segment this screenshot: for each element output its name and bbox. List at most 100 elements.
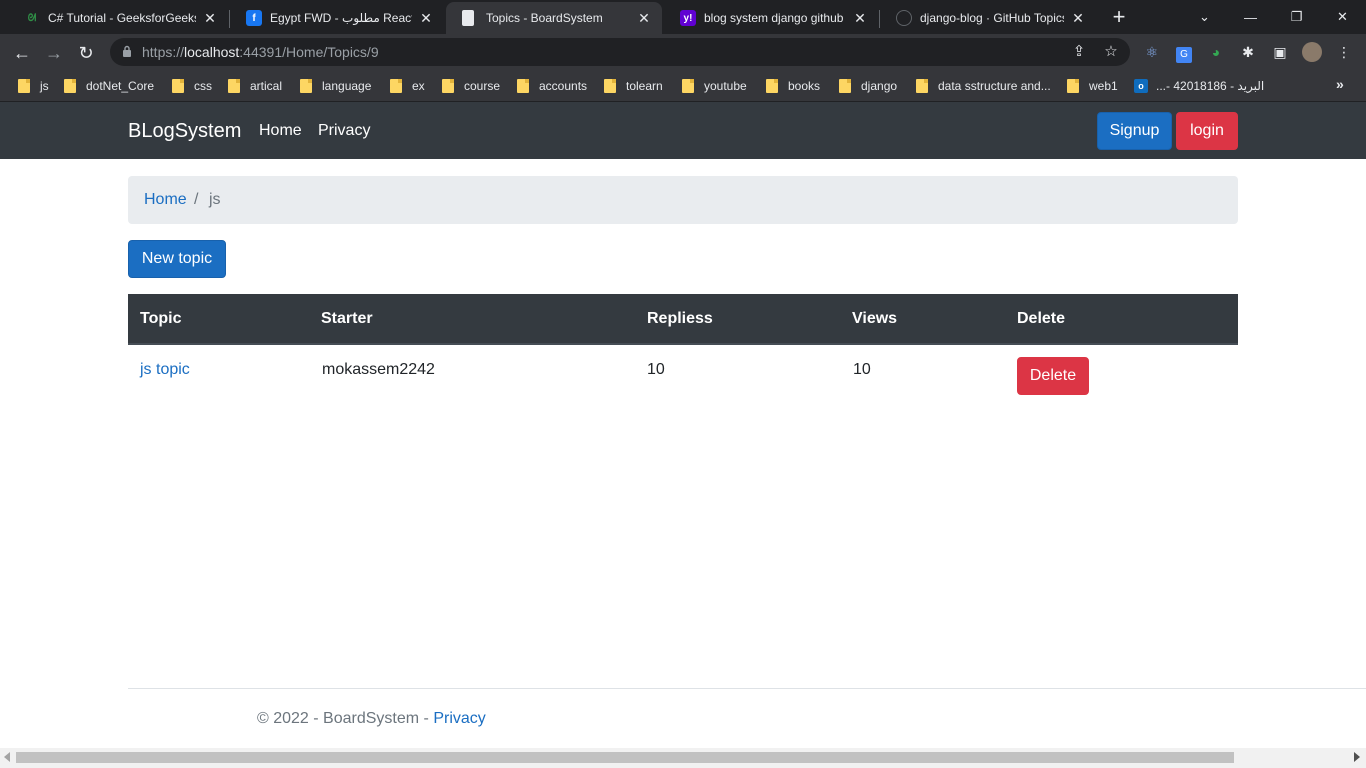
site-navbar: BLogSystem Home Privacy Signup login: [0, 102, 1366, 159]
folder-icon: [172, 79, 184, 93]
folder-icon: [390, 79, 402, 93]
share-icon[interactable]: ⇪: [1070, 43, 1088, 61]
restore-icon[interactable]: ❐: [1274, 0, 1319, 34]
folder-icon: [300, 79, 312, 93]
scrollbar-thumb[interactable]: [16, 752, 1234, 763]
breadcrumb-home-link[interactable]: Home: [144, 191, 187, 209]
forward-arrow-icon[interactable]: →: [41, 40, 67, 66]
folder-icon: [682, 79, 694, 93]
browser-tab-facebook[interactable]: f Egypt FWD - مطلوب React D ✕: [230, 2, 444, 34]
topic-link[interactable]: js topic: [140, 361, 190, 379]
column-header-views: Views: [852, 310, 898, 327]
close-tab-icon[interactable]: ✕: [418, 10, 434, 26]
bookmark-folder[interactable]: js: [18, 77, 49, 95]
folder-icon: [1067, 79, 1079, 93]
address-url: https://localhost:44391/Home/Topics/9: [142, 44, 379, 60]
geeksforgeeks-icon: ᘛ: [27, 12, 37, 24]
close-tab-icon[interactable]: ✕: [636, 10, 652, 26]
bookmark-folder[interactable]: youtube: [682, 77, 747, 95]
folder-icon: [766, 79, 778, 93]
scroll-left-icon[interactable]: [4, 752, 10, 762]
close-tab-icon[interactable]: ✕: [202, 10, 218, 26]
folder-icon: [228, 79, 240, 93]
extension-icon[interactable]: ◕: [1206, 42, 1226, 62]
bookmark-folder[interactable]: language: [300, 77, 371, 95]
footer-copyright: © 2022 - BoardSystem -: [257, 710, 434, 727]
bookmark-folder[interactable]: dotNet_Core: [64, 77, 154, 95]
replies-cell: 10: [647, 361, 665, 378]
bookmark-folder[interactable]: data sstructure and...: [916, 77, 1051, 95]
bookmarks-bar: js dotNet_Core css artical language ex c…: [0, 70, 1366, 102]
folder-icon: [839, 79, 851, 93]
lock-icon: [123, 45, 131, 57]
bookmark-outlook[interactable]: o البريد - 42018186 -...: [1134, 77, 1264, 95]
browser-toolbar: ← → ↻ https://localhost:44391/Home/Topic…: [0, 34, 1366, 70]
delete-button[interactable]: Delete: [1017, 357, 1089, 395]
browser-tab-github[interactable]: django-blog · GitHub Topics ✕: [880, 2, 1096, 34]
breadcrumb-current: js: [209, 191, 221, 208]
nav-privacy-link[interactable]: Privacy: [318, 122, 370, 140]
starter-cell: mokassem2242: [322, 361, 435, 378]
horizontal-scrollbar[interactable]: [0, 748, 1366, 768]
scroll-right-icon[interactable]: [1354, 752, 1360, 762]
folder-icon: [18, 79, 30, 93]
side-panel-icon[interactable]: ▣: [1270, 42, 1290, 62]
bookmark-folder[interactable]: tolearn: [604, 77, 663, 95]
star-icon[interactable]: ☆: [1102, 43, 1120, 61]
web-page: BLogSystem Home Privacy Signup login Hom…: [0, 102, 1366, 768]
column-header-delete: Delete: [1017, 310, 1066, 327]
reload-icon[interactable]: ↻: [73, 40, 99, 66]
avatar[interactable]: [1302, 42, 1322, 62]
login-button[interactable]: login: [1176, 112, 1238, 150]
new-tab-icon[interactable]: +: [1106, 5, 1132, 31]
yahoo-icon: y!: [680, 10, 696, 26]
outlook-icon: o: [1134, 79, 1148, 93]
facebook-icon: f: [246, 10, 262, 26]
react-devtools-icon[interactable]: ⚛: [1142, 42, 1162, 62]
breadcrumb-separator: /: [194, 191, 199, 208]
bookmark-folder[interactable]: artical: [228, 77, 282, 95]
folder-icon: [64, 79, 76, 93]
site-brand[interactable]: BLogSystem: [128, 120, 241, 143]
footer-divider: [128, 688, 1366, 689]
tab-search-icon[interactable]: ⌄: [1182, 0, 1227, 34]
bookmark-folder[interactable]: css: [172, 77, 212, 95]
nav-home-link[interactable]: Home: [259, 122, 302, 140]
bookmark-folder[interactable]: books: [766, 77, 820, 95]
page-icon: [462, 10, 474, 26]
close-tab-icon[interactable]: ✕: [1070, 10, 1086, 26]
chevron-right-double-icon[interactable]: »: [1336, 76, 1344, 92]
bookmark-folder[interactable]: django: [839, 77, 897, 95]
footer: © 2022 - BoardSystem - Privacy: [257, 710, 486, 728]
folder-icon: [604, 79, 616, 93]
signup-button[interactable]: Signup: [1097, 112, 1172, 150]
bookmark-folder[interactable]: accounts: [517, 77, 587, 95]
bookmark-folder[interactable]: web1: [1067, 77, 1118, 95]
folder-icon: [916, 79, 928, 93]
browser-tab-topics[interactable]: Topics - BoardSystem ✕: [446, 2, 662, 34]
column-header-replies: Repliess: [647, 310, 713, 327]
column-header-topic: Topic: [140, 310, 182, 327]
table-header: Topic Starter Repliess Views Delete: [128, 294, 1238, 345]
views-cell: 10: [853, 361, 871, 378]
breadcrumb: Home / js: [128, 176, 1238, 224]
address-bar[interactable]: https://localhost:44391/Home/Topics/9 ⇪ …: [110, 38, 1130, 66]
browser-tab-yahoo[interactable]: y! blog system django github - ✕: [664, 2, 878, 34]
bookmark-folder[interactable]: ex: [390, 77, 425, 95]
footer-privacy-link[interactable]: Privacy: [433, 710, 485, 727]
translate-icon[interactable]: G: [1174, 42, 1194, 63]
new-topic-button[interactable]: New topic: [128, 240, 226, 278]
menu-icon[interactable]: ⋮: [1334, 42, 1354, 62]
folder-icon: [442, 79, 454, 93]
folder-icon: [517, 79, 529, 93]
close-window-icon[interactable]: ✕: [1320, 0, 1365, 34]
puzzle-icon[interactable]: ✱: [1238, 42, 1258, 62]
close-tab-icon[interactable]: ✕: [852, 10, 868, 26]
back-arrow-icon[interactable]: ←: [9, 40, 35, 66]
browser-tab-strip: ᘛ C# Tutorial - GeeksforGeeks ✕ f Egypt …: [0, 0, 1366, 34]
bookmark-folder[interactable]: course: [442, 77, 500, 95]
browser-tab-geeksforgeeks[interactable]: ᘛ C# Tutorial - GeeksforGeeks ✕: [8, 2, 228, 34]
minimize-icon[interactable]: —: [1228, 0, 1273, 34]
github-icon: [896, 10, 912, 26]
column-header-starter: Starter: [321, 310, 373, 327]
